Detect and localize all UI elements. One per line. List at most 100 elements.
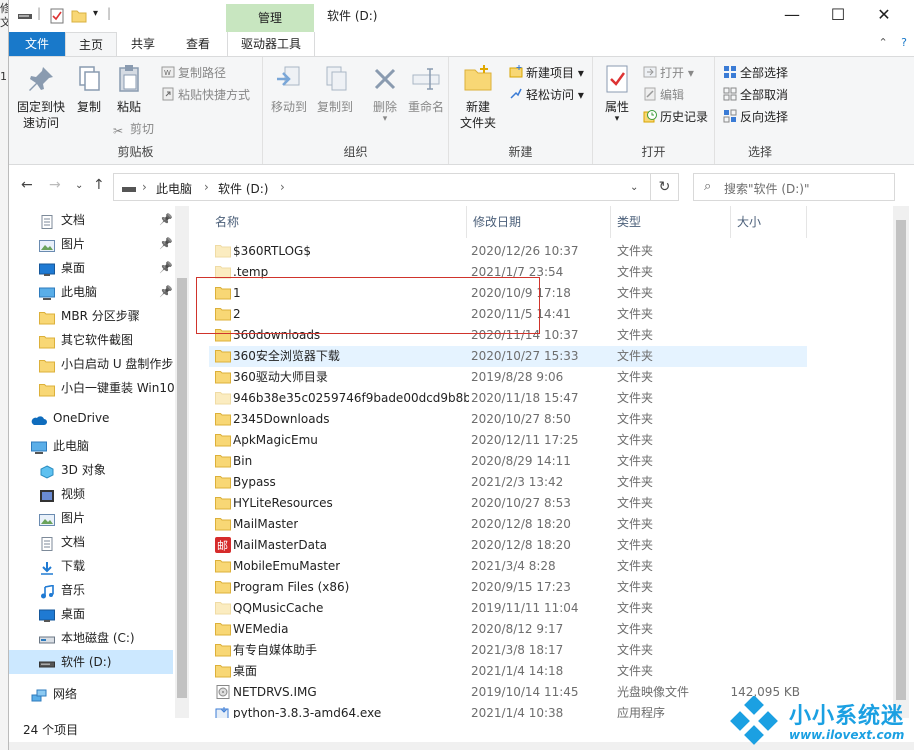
nav-item[interactable]: 本地磁盘 (C:) [9, 626, 173, 650]
nav-item[interactable]: 软件 (D:) [9, 650, 173, 674]
move-to-button[interactable]: 移动到 [267, 63, 311, 115]
file-row[interactable]: python-3.8.3-amd64.exe 2021/1/4 10:38 应用程序 [209, 703, 807, 718]
tab-home[interactable]: 主页 [65, 32, 117, 56]
copy-path-button[interactable]: W 复制路径 [161, 63, 226, 83]
nav-item[interactable]: 小白启动 U 盘制作步 [9, 352, 173, 376]
history-button[interactable]: 历史记录 [643, 107, 708, 127]
pin-icon: 📌 [159, 261, 173, 274]
paste-button[interactable]: 粘贴 [109, 63, 149, 115]
invert-selection-button[interactable]: 反向选择 [723, 107, 788, 127]
nav-item[interactable]: 网络 [9, 682, 173, 706]
rename-button[interactable]: 重命名 [405, 63, 447, 115]
tab-view[interactable]: 查看 [169, 32, 227, 56]
paste-shortcut-button[interactable]: 粘贴快捷方式 [161, 85, 250, 105]
file-date: 2020/12/8 18:20 [471, 517, 571, 531]
file-list-scrollbar[interactable] [893, 206, 909, 718]
nav-item[interactable]: MBR 分区步骤 [9, 304, 173, 328]
file-row[interactable]: 邮 MailMasterData 2020/12/8 18:20 文件夹 [209, 535, 807, 556]
select-all-button[interactable]: 全部选择 [723, 63, 788, 83]
group-label-select: 选择 [747, 145, 772, 159]
close-button[interactable]: ✕ [861, 0, 907, 32]
column-type[interactable]: 类型 [611, 206, 731, 238]
navigation-scroll-thumb[interactable] [177, 278, 187, 698]
up-arrow-icon[interactable]: ↑ [93, 177, 105, 193]
recent-locations-chevron-icon[interactable]: ⌄ [75, 180, 83, 191]
file-row[interactable]: Bypass 2021/2/3 13:42 文件夹 [209, 472, 807, 493]
nav-item[interactable]: 文档 [9, 530, 173, 554]
properties-button[interactable]: 属性 ▾ [599, 63, 635, 124]
copy-to-button[interactable]: 复制到 [313, 63, 357, 115]
file-list-scroll-thumb[interactable] [896, 220, 906, 700]
copy-button[interactable]: 复制 [71, 63, 107, 115]
file-type: 文件夹 [617, 391, 654, 405]
nav-item[interactable]: 桌面 📌 [9, 256, 173, 280]
collapse-ribbon-icon[interactable]: ⌃ [878, 36, 887, 49]
new-folder-quick-icon[interactable] [71, 8, 87, 24]
forward-arrow-icon[interactable]: → [49, 177, 61, 193]
pin-icon: 📌 [159, 213, 173, 226]
nav-item[interactable]: 小白一键重装 Win10 [9, 376, 175, 400]
file-row[interactable]: 2345Downloads 2020/10/27 8:50 文件夹 [209, 409, 807, 430]
back-arrow-icon[interactable]: ← [21, 177, 33, 193]
nav-item[interactable]: 图片 [9, 506, 173, 530]
file-row[interactable]: MobileEmuMaster 2021/3/4 8:28 文件夹 [209, 556, 807, 577]
minimize-button[interactable]: — [769, 0, 815, 32]
file-type: 文件夹 [617, 370, 654, 384]
file-row[interactable]: 桌面 2021/1/4 14:18 文件夹 [209, 661, 807, 682]
new-folder-button[interactable]: 新建 文件夹 [455, 63, 501, 131]
nav-item[interactable]: 文档 📌 [9, 208, 173, 232]
file-row[interactable]: HYLiteResources 2020/10/27 8:53 文件夹 [209, 493, 807, 514]
address-dropdown-icon[interactable]: ⌄ [630, 182, 638, 193]
file-row[interactable]: $360RTLOG$ 2020/12/26 10:37 文件夹 [209, 241, 807, 262]
maximize-button[interactable]: ☐ [815, 0, 861, 32]
select-none-button[interactable]: 全部取消 [723, 85, 788, 105]
folder-icon [215, 580, 231, 594]
file-name: $360RTLOG$ [233, 244, 311, 258]
nav-item[interactable]: OneDrive [9, 406, 173, 430]
new-item-button[interactable]: 新建项目 ▾ [509, 63, 584, 83]
search-box[interactable]: ⌕ 搜索"软件 (D:)" [693, 173, 895, 201]
tab-file[interactable]: 文件 [9, 32, 65, 56]
cut-button[interactable]: ✂ 剪切 [113, 119, 154, 139]
tab-drive-tools[interactable]: 驱动器工具 [227, 32, 315, 56]
help-icon[interactable]: ? [901, 36, 907, 49]
nav-item[interactable]: 视频 [9, 482, 173, 506]
file-row[interactable]: WEMedia 2020/8/12 9:17 文件夹 [209, 619, 807, 640]
column-date[interactable]: 修改日期 [467, 206, 611, 238]
open-button[interactable]: 打开 ▾ [643, 63, 694, 83]
paste-shortcut-icon [162, 87, 174, 101]
file-row[interactable]: 946b38e35c0259746f9bade00dcd9b8b 2020/11/… [209, 388, 807, 409]
crumb-drive[interactable]: 软件 (D:) [218, 180, 268, 197]
column-size[interactable]: 大小 [731, 206, 807, 238]
edit-button[interactable]: 编辑 [643, 85, 684, 105]
file-row[interactable]: 360安全浏览器下载 2020/10/27 15:33 文件夹 [209, 346, 807, 367]
file-row[interactable]: ApkMagicEmu 2020/12/11 17:25 文件夹 [209, 430, 807, 451]
nav-item[interactable]: 此电脑 📌 [9, 280, 173, 304]
properties-quick-icon[interactable] [49, 8, 65, 24]
file-row[interactable]: MailMaster 2020/12/8 18:20 文件夹 [209, 514, 807, 535]
customize-toolbar-chevron-icon[interactable]: ▾ [93, 8, 98, 19]
crumb-this-pc[interactable]: 此电脑 [156, 180, 192, 197]
file-row[interactable]: QQMusicCache 2019/11/11 11:04 文件夹 [209, 598, 807, 619]
delete-button[interactable]: 删除 ▾ [367, 63, 403, 124]
navigation-scrollbar[interactable] [175, 206, 189, 718]
nav-item[interactable]: 此电脑 [9, 434, 173, 458]
nav-item[interactable]: 桌面 [9, 602, 173, 626]
tab-manage[interactable]: 管理 [226, 4, 314, 32]
file-row[interactable]: Program Files (x86) 2020/9/15 17:23 文件夹 [209, 577, 807, 598]
file-row[interactable]: Bin 2020/8/29 14:11 文件夹 [209, 451, 807, 472]
easy-access-button[interactable]: 轻松访问 ▾ [509, 85, 584, 105]
file-row[interactable]: 360驱动大师目录 2019/8/28 9:06 文件夹 [209, 367, 807, 388]
nav-item[interactable]: 3D 对象 [9, 458, 173, 482]
address-bar[interactable]: › 此电脑 › 软件 (D:) › ⌄ [113, 173, 651, 201]
nav-item[interactable]: 音乐 [9, 578, 173, 602]
nav-item[interactable]: 下载 [9, 554, 173, 578]
file-row[interactable]: NETDRVS.IMG 2019/10/14 11:45 光盘映像文件 142,095… [209, 682, 807, 703]
nav-item[interactable]: 其它软件截图 [9, 328, 173, 352]
nav-item[interactable]: 图片 📌 [9, 232, 173, 256]
tab-share[interactable]: 共享 [117, 32, 169, 56]
file-row[interactable]: 有专自媒体助手 2021/3/8 18:17 文件夹 [209, 640, 807, 661]
column-name[interactable]: 名称 [209, 206, 467, 238]
pin-quick-access-button[interactable]: 固定到快 速访问 [13, 63, 69, 131]
refresh-button[interactable]: ↻ [651, 173, 679, 201]
